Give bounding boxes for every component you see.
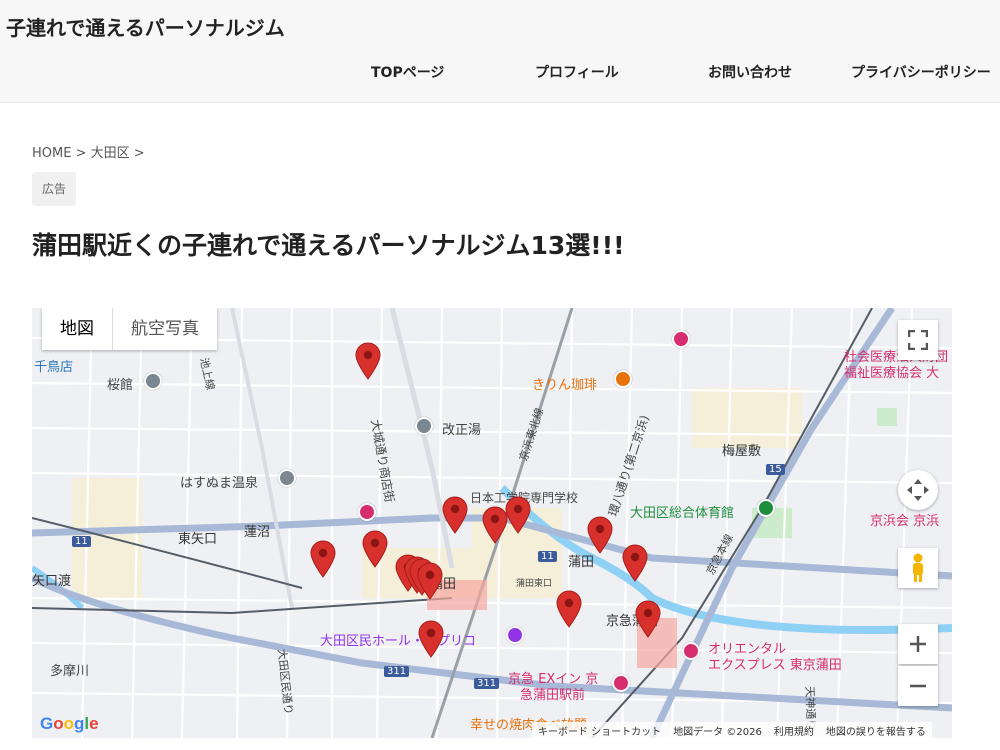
fullscreen-button[interactable] [898,320,938,360]
ad-badge: 広告 [32,172,76,206]
route-shield: 15 [766,464,785,475]
map-label: はすぬま温泉 [180,476,259,491]
sports-icon[interactable] [757,499,775,517]
route-shield: 311 [474,678,500,689]
google-map[interactable]: 千鳥店 桜館 改正湯 きりん珈琲 はすぬま温泉 東矢口 蓮沼 日本工学院専門学校… [32,308,952,738]
gym-marker-icon[interactable] [587,516,613,554]
gym-marker-icon[interactable] [442,496,468,534]
map-type-map-button[interactable]: 地図 [42,308,112,350]
gym-marker-icon[interactable] [417,562,443,600]
plus-icon [910,636,926,652]
place-pin-icon[interactable] [415,417,433,435]
commercial-area [692,388,802,448]
gym-marker-icon[interactable] [355,342,381,380]
map-label: 京浜会 京浜 [870,514,940,529]
gym-marker-icon[interactable] [635,600,661,638]
zoom-in-button[interactable] [898,624,938,664]
hotel-icon[interactable] [682,642,700,660]
gym-marker-icon[interactable] [505,496,531,534]
map-label: 大田区民ホール・アプリコ [320,634,477,649]
report-error-link[interactable]: 地図の誤りを報告する [826,723,926,738]
gym-marker-icon[interactable] [622,544,648,582]
breadcrumb-separator: > [133,146,145,161]
map-label: エクスプレス 東京蒲田 [708,658,842,673]
map-label: 桜館 [107,378,134,393]
map-label: 急蒲田駅前 [520,688,586,703]
music-hall-icon[interactable] [506,626,524,644]
map-label: 大田区総合体育館 [630,506,735,521]
page-title: 蒲田駅近くの子連れで通えるパーソナルジム13選!!! [32,231,625,260]
map-attribution-bar: キーボード ショートカット 地図データ ©2026 利用規約 地図の誤りを報告す… [532,722,932,738]
map-label: 改正湯 [442,423,482,438]
map-label: 蒲田東口 [516,579,553,589]
terms-link[interactable]: 利用規約 [774,723,814,738]
nav-profile[interactable]: プロフィール [535,62,619,82]
nav-privacy[interactable]: プライバシーポリシー [851,62,991,82]
map-label: きりん珈琲 [532,378,598,393]
street-view-pegman-button[interactable] [898,548,938,588]
global-nav: TOPページ プロフィール お問い合わせ プライバシーポリシー [0,62,1000,82]
park-area [877,408,897,426]
place-pin-icon[interactable] [278,469,296,487]
gym-marker-icon[interactable] [556,590,582,628]
map-label: 東矢口 [178,532,218,547]
hotel-icon[interactable] [612,674,630,692]
map-type-satellite-button[interactable]: 航空写真 [112,308,217,350]
map-data-text: 地図データ ©2026 [673,726,762,738]
route-shield: 11 [538,551,557,562]
camera-control-button[interactable] [898,470,938,510]
breadcrumb-home[interactable]: HOME [32,146,71,161]
route-shield: 311 [384,666,410,677]
gym-marker-icon[interactable] [310,540,336,578]
map-label: 福祉医療協会 大 [844,366,940,381]
gym-marker-icon[interactable] [362,530,388,568]
nav-top[interactable]: TOPページ [371,62,444,82]
pegman-icon [913,553,923,582]
place-pin-icon[interactable] [144,372,162,390]
fullscreen-icon [908,330,928,350]
map-label: 梅屋敷 [722,444,762,459]
hospital-icon[interactable] [358,503,376,521]
breadcrumb: HOME > 大田区 > [32,142,145,161]
map-type-control: 地図 航空写真 [42,308,217,350]
site-title[interactable]: 子連れで通えるパーソナルジム [6,12,285,41]
minus-icon [910,684,926,688]
hospital-icon[interactable] [672,330,690,348]
gym-marker-icon[interactable] [418,620,444,658]
keyboard-shortcuts-link[interactable]: キーボード ショートカット [538,723,661,738]
map-label: 千鳥店 [34,360,74,375]
breadcrumb-separator: > [75,146,87,161]
map-label: 矢口渡 [32,574,72,589]
cafe-icon[interactable] [614,370,632,388]
google-logo[interactable]: Google [40,714,99,734]
camera-move-icon [907,479,929,501]
route-shield: 11 [72,536,91,547]
nav-contact[interactable]: お問い合わせ [708,62,792,82]
map-label: 多摩川 [50,664,90,679]
site-header: 子連れで通えるパーソナルジム TOPページ プロフィール お問い合わせ プライバ… [0,0,1000,103]
map-label: 蓮沼 [244,525,271,540]
breadcrumb-area[interactable]: 大田区 [91,146,130,161]
zoom-out-button[interactable] [898,666,938,706]
railway [591,308,873,738]
